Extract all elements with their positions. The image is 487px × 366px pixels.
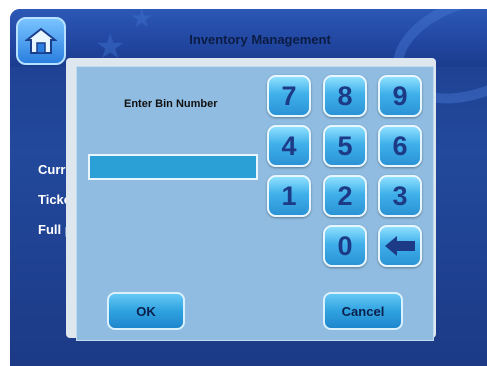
key-4[interactable]: 4 bbox=[267, 125, 311, 167]
key-5[interactable]: 5 bbox=[323, 125, 367, 167]
page-title: Inventory Management bbox=[189, 32, 331, 47]
home-button[interactable] bbox=[16, 17, 66, 65]
key-8[interactable]: 8 bbox=[323, 75, 367, 117]
key-3[interactable]: 3 bbox=[378, 175, 422, 217]
decorative-star-icon: ★ bbox=[130, 9, 154, 33]
key-7[interactable]: 7 bbox=[267, 75, 311, 117]
dialog-prompt: Enter Bin Number bbox=[124, 98, 218, 110]
home-icon bbox=[25, 27, 57, 54]
key-0[interactable]: 0 bbox=[323, 225, 367, 267]
key-2[interactable]: 2 bbox=[323, 175, 367, 217]
key-6[interactable]: 6 bbox=[378, 125, 422, 167]
backspace-button[interactable] bbox=[378, 225, 422, 267]
bin-number-input[interactable] bbox=[88, 154, 258, 180]
ok-button[interactable]: OK bbox=[107, 292, 185, 330]
backspace-arrow-icon bbox=[385, 236, 415, 256]
key-1[interactable]: 1 bbox=[267, 175, 311, 217]
cancel-button[interactable]: Cancel bbox=[323, 292, 403, 330]
key-9[interactable]: 9 bbox=[378, 75, 422, 117]
